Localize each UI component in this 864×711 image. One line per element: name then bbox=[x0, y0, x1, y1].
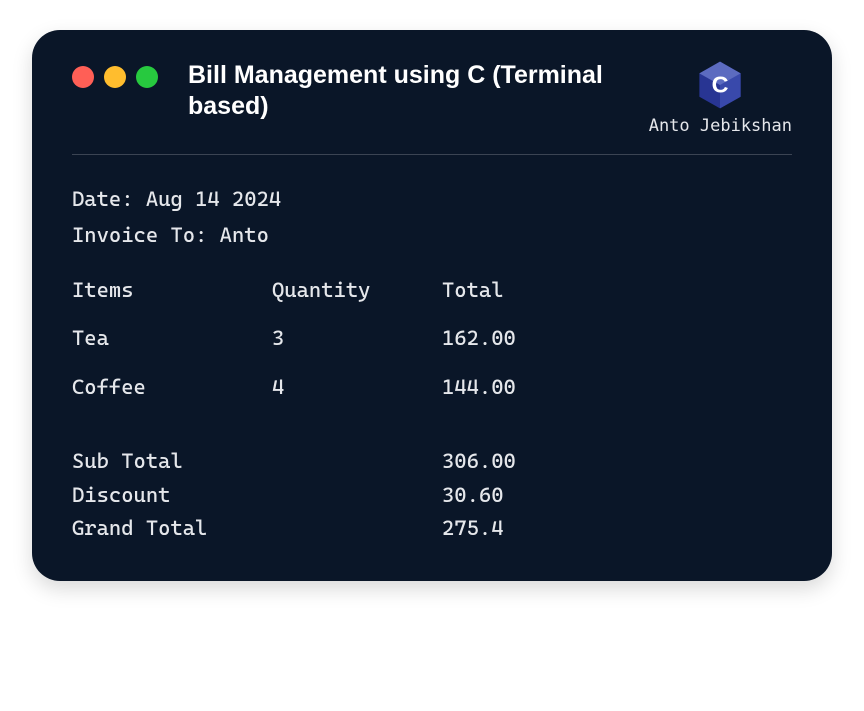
item-qty: 3 bbox=[242, 322, 442, 356]
invoice-to-label: Invoice To: bbox=[72, 223, 207, 247]
table-row: Coffee 4 144.00 bbox=[72, 371, 792, 405]
invoice-to-line: Invoice To: Anto bbox=[72, 219, 792, 253]
svg-text:C: C bbox=[712, 72, 729, 98]
author-name: Anto Jebikshan bbox=[649, 116, 792, 136]
title-block: Bill Management using C (Terminal based) bbox=[188, 60, 619, 123]
item-name: Tea bbox=[72, 322, 242, 356]
author-block: C Anto Jebikshan bbox=[649, 60, 792, 136]
terminal-window: Bill Management using C (Terminal based)… bbox=[32, 30, 832, 581]
minimize-icon[interactable] bbox=[104, 66, 126, 88]
invoice-to-value: Anto bbox=[220, 223, 269, 247]
app-title: Bill Management using C (Terminal based) bbox=[188, 60, 619, 123]
item-total: 144.00 bbox=[442, 371, 792, 405]
maximize-icon[interactable] bbox=[136, 66, 158, 88]
discount-row: Discount 30.60 bbox=[72, 479, 792, 513]
table-header-row: Items Quantity Total bbox=[72, 274, 792, 308]
item-qty: 4 bbox=[242, 371, 442, 405]
subtotal-label: Sub Total bbox=[72, 445, 442, 479]
date-label: Date: bbox=[72, 187, 134, 211]
col-header-quantity: Quantity bbox=[242, 274, 442, 308]
c-lang-icon: C bbox=[698, 60, 742, 110]
close-icon[interactable] bbox=[72, 66, 94, 88]
grand-total-label: Grand Total bbox=[72, 512, 442, 546]
item-name: Coffee bbox=[72, 371, 242, 405]
title-bar: Bill Management using C (Terminal based)… bbox=[72, 60, 792, 155]
grand-total-value: 275.4 bbox=[442, 512, 792, 546]
col-header-items: Items bbox=[72, 274, 242, 308]
items-table: Items Quantity Total Tea 3 162.00 Coffee… bbox=[72, 274, 792, 405]
terminal-output: Date: Aug 14 2024 Invoice To: Anto Items… bbox=[72, 155, 792, 546]
item-total: 162.00 bbox=[442, 322, 792, 356]
date-value: Aug 14 2024 bbox=[146, 187, 281, 211]
discount-value: 30.60 bbox=[442, 479, 792, 513]
date-line: Date: Aug 14 2024 bbox=[72, 183, 792, 217]
grand-total-row: Grand Total 275.4 bbox=[72, 512, 792, 546]
table-row: Tea 3 162.00 bbox=[72, 322, 792, 356]
window-controls bbox=[72, 60, 158, 88]
subtotal-row: Sub Total 306.00 bbox=[72, 445, 792, 479]
subtotal-value: 306.00 bbox=[442, 445, 792, 479]
discount-label: Discount bbox=[72, 479, 442, 513]
totals-block: Sub Total 306.00 Discount 30.60 Grand To… bbox=[72, 445, 792, 546]
col-header-total: Total bbox=[442, 274, 792, 308]
